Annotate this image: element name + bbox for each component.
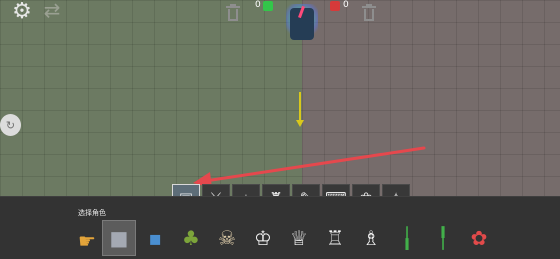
red-team-count: 0 — [343, 0, 349, 10]
green-tool-icon: ╿ — [436, 226, 450, 250]
slot-toilet-flower[interactable]: ✿ — [462, 220, 496, 256]
spawn-marker — [296, 92, 304, 128]
slot-skull[interactable]: ☠ — [210, 220, 244, 256]
dock-label: 选择角色 — [78, 209, 106, 217]
trash-icon[interactable] — [226, 4, 240, 22]
play-field[interactable]: ⚙ ⇄ 0 0 ↻ — [0, 0, 560, 196]
green-team-icon — [263, 1, 273, 11]
toilet-icon: ♕ — [290, 226, 308, 250]
camera-head-icon: ▪ — [148, 226, 162, 250]
trash-icon[interactable] — [362, 4, 376, 22]
red-team-area[interactable] — [302, 0, 560, 196]
slot-camera-head[interactable]: ▪ — [138, 220, 172, 256]
red-team-icon — [330, 1, 340, 11]
slot-robot[interactable]: ■ — [102, 220, 136, 256]
green-tool-icon: ╽ — [400, 226, 414, 250]
slot-plant[interactable]: ♣ — [174, 220, 208, 256]
character-dock: 选择角色 ☛ ■ ▪ ♣ ☠ ♔ ♕ ♖ ♗ ╽ ╿ ✿ — [0, 196, 560, 259]
side-handle-icon[interactable]: ↻ — [0, 114, 21, 136]
toilet-icon: ♔ — [254, 226, 272, 250]
green-team-area[interactable] — [0, 0, 302, 196]
gear-icon[interactable]: ⚙ — [10, 0, 34, 24]
skull-icon: ☠ — [218, 226, 236, 250]
slot-toilet-2[interactable]: ♕ — [282, 220, 316, 256]
slot-toilet-1[interactable]: ♔ — [246, 220, 280, 256]
spawned-unit[interactable] — [284, 4, 320, 42]
slot-green-tool-2[interactable]: ╿ — [426, 220, 460, 256]
slot-toilet-4[interactable]: ♗ — [354, 220, 388, 256]
character-slots: ■ ▪ ♣ ☠ ♔ ♕ ♖ ♗ ╽ ╿ ✿ — [102, 220, 496, 256]
robot-icon: ■ — [109, 226, 129, 250]
green-team-count: 0 — [255, 0, 261, 10]
plant-icon: ♣ — [182, 226, 200, 250]
toilet-icon: ♗ — [362, 226, 380, 250]
toilet-flower-icon: ✿ — [470, 226, 488, 250]
slot-toilet-3[interactable]: ♖ — [318, 220, 352, 256]
swap-icon[interactable]: ⇄ — [40, 0, 64, 22]
toilet-icon: ♖ — [326, 226, 344, 250]
slot-green-tool-1[interactable]: ╽ — [390, 220, 424, 256]
